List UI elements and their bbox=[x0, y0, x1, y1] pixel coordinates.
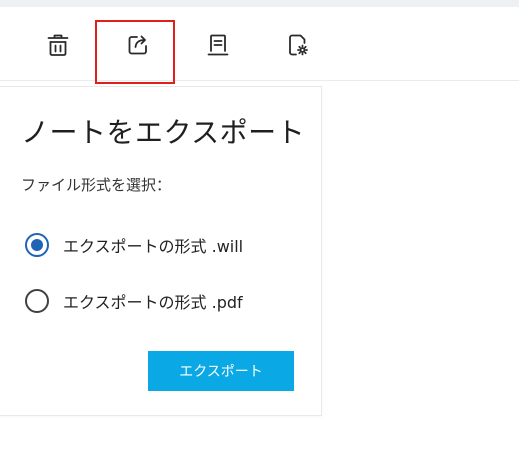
file-format-label: ファイル形式を選択： bbox=[21, 176, 172, 194]
panel-title: ノートをエクスポート bbox=[21, 116, 306, 149]
format-option-pdf-label: エクスポートの形式 .pdf bbox=[63, 293, 243, 312]
format-option-pdf[interactable]: エクスポートの形式 .pdf bbox=[25, 287, 243, 315]
export-button[interactable] bbox=[123, 30, 153, 60]
format-option-will-label: エクスポートの形式 .will bbox=[63, 237, 244, 256]
delete-button[interactable] bbox=[43, 30, 73, 60]
export-submit-button[interactable]: エクスポート bbox=[148, 351, 294, 391]
export-note-panel: ノートをエクスポート ファイル形式を選択： エクスポートの形式 .will エク… bbox=[0, 86, 322, 416]
export-icon bbox=[128, 35, 147, 55]
document-settings-icon bbox=[289, 34, 308, 56]
document-icon bbox=[207, 34, 229, 56]
document-button[interactable] bbox=[203, 30, 233, 60]
trash-icon bbox=[47, 34, 69, 56]
radio-pdf[interactable] bbox=[25, 289, 49, 313]
document-settings-button[interactable] bbox=[283, 30, 313, 60]
format-option-will[interactable]: エクスポートの形式 .will bbox=[25, 231, 243, 259]
radio-will[interactable] bbox=[25, 233, 49, 257]
toolbar bbox=[0, 7, 519, 84]
top-strip bbox=[0, 0, 519, 7]
